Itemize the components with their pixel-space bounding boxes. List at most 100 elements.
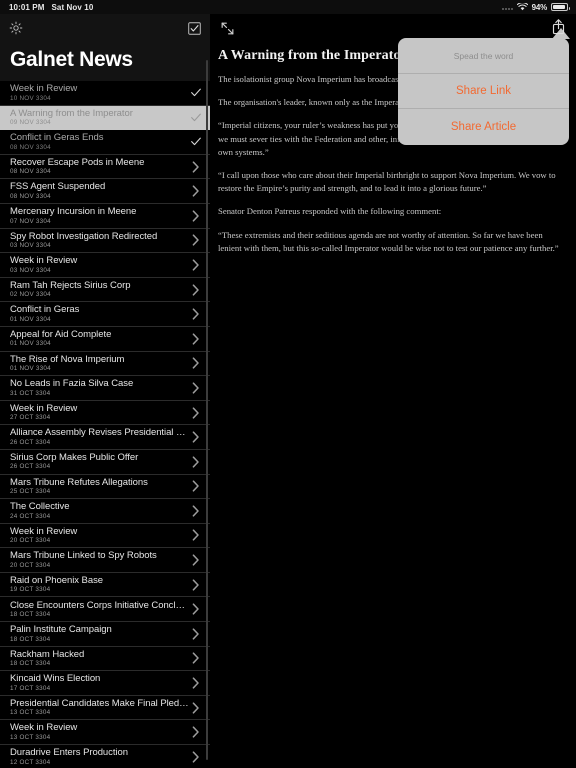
popover-item-share-link[interactable]: Share Link: [398, 74, 569, 109]
chevron-right-icon: [190, 234, 202, 246]
news-item-date: 01 NOV 3304: [10, 365, 51, 373]
chevron-right-icon: [190, 259, 202, 271]
news-list-item[interactable]: Week in Review 27 OCT 3304: [0, 400, 210, 426]
chevron-right-icon: [190, 652, 202, 665]
news-item-text: Week in Review 20 OCT 3304: [10, 526, 190, 546]
chevron-right-icon: [190, 431, 202, 443]
news-list-item[interactable]: The Collective 24 OCT 3304: [0, 499, 210, 524]
news-list-item[interactable]: Rackham Hacked 18 OCT 3304: [0, 646, 210, 672]
news-list-item[interactable]: Mercenary Incursion in Meene 07 NOV 3304: [0, 203, 210, 229]
news-list-item[interactable]: Close Encounters Corps Initiative Conclu…: [0, 597, 210, 623]
news-item-title: A Warning from the Imperator: [10, 107, 133, 119]
news-list-item[interactable]: Spy Robot Investigation Redirected 03 NOV…: [0, 228, 210, 254]
news-list-item[interactable]: No Leads in Fazia Silva Case 31 OCT 3304: [0, 376, 210, 401]
news-list-item[interactable]: Mars Tribune Refutes Allegations 25 OCT 3…: [0, 474, 210, 500]
check-icon: [190, 137, 202, 146]
news-item-date: 20 OCT 3304: [10, 537, 51, 545]
sidebar-scrollbar[interactable]: [205, 60, 208, 760]
news-list-item[interactable]: Kincaid Wins Election 17 OCT 3304: [0, 671, 210, 696]
chevron-right-icon: [190, 161, 202, 173]
news-list-item[interactable]: Raid on Phoenix Base 19 OCT 3304: [0, 572, 210, 598]
expand-arrows-icon[interactable]: [220, 21, 235, 36]
news-item-date: 18 OCT 3304: [10, 635, 51, 643]
chevron-right-icon: [190, 333, 202, 345]
chevron-right-icon: [190, 357, 202, 369]
news-list-item[interactable]: Presidential Candidates Make Final Pledg…: [0, 695, 210, 721]
status-bar-right: 94%: [501, 3, 570, 12]
popover-item-share-article[interactable]: Share Article: [398, 109, 569, 144]
news-item-date: 09 NOV 3304: [10, 119, 51, 127]
news-list-item[interactable]: Conflict in Geras 01 NOV 3304: [0, 302, 210, 327]
news-list-item[interactable]: Week in Review 10 NOV 3304: [0, 81, 210, 106]
news-item-title: Raid on Phoenix Base: [10, 574, 104, 586]
chevron-right-icon: [190, 505, 202, 517]
news-item-date: 07 NOV 3304: [10, 217, 51, 225]
news-item-text: Mars Tribune Linked to Spy Robots 20 OCT …: [10, 550, 190, 570]
chevron-right-icon: [190, 529, 202, 542]
news-item-title: Spy Robot Investigation Redirected: [10, 230, 158, 242]
news-item-title: Week in Review: [10, 525, 78, 537]
news-list-item[interactable]: Palin Institute Campaign 18 OCT 3304: [0, 622, 210, 647]
news-item-text: No Leads in Fazia Silva Case 31 OCT 3304: [10, 378, 190, 398]
news-item-text: Close Encounters Corps Initiative Conclu…: [10, 600, 190, 620]
mark-all-read-button[interactable]: [188, 21, 201, 35]
page-title: Galnet News: [0, 42, 210, 81]
news-list-item[interactable]: A Warning from the Imperator 09 NOV 3304: [0, 105, 210, 131]
battery-icon: [551, 3, 570, 11]
news-list-item[interactable]: Conflict in Geras Ends 08 NOV 3304: [0, 130, 210, 155]
news-item-title: Conflict in Geras Ends: [10, 132, 104, 144]
news-item-date: 18 OCT 3304: [10, 660, 51, 668]
chevron-right-icon: [190, 382, 202, 394]
news-list-item[interactable]: Week in Review 13 OCT 3304: [0, 720, 210, 746]
news-item-title: Appeal for Aid Complete: [10, 328, 112, 340]
sidebar-toolbar: [0, 14, 210, 42]
news-item-text: Kincaid Wins Election 17 OCT 3304: [10, 673, 190, 693]
news-item-title: Mercenary Incursion in Meene: [10, 206, 137, 218]
news-item-text: Mars Tribune Refutes Allegations 25 OCT 3…: [10, 477, 190, 497]
chevron-right-icon: [190, 554, 202, 566]
chevron-right-icon: [190, 603, 202, 615]
news-item-text: FSS Agent Suspended 08 NOV 3304: [10, 181, 190, 201]
news-item-title: Week in Review: [10, 83, 78, 95]
news-item-text: Conflict in Geras 01 NOV 3304: [10, 304, 190, 324]
news-item-title: The Rise of Nova Imperium: [10, 353, 125, 365]
news-item-text: Sirius Corp Makes Public Offer 26 OCT 330…: [10, 452, 190, 472]
news-list-item[interactable]: The Rise of Nova Imperium 01 NOV 3304: [0, 351, 210, 377]
news-item-text: Raid on Phoenix Base 19 OCT 3304: [10, 575, 190, 595]
news-item-title: Week in Review: [10, 722, 78, 734]
chevron-right-icon: [190, 210, 202, 222]
news-item-date: 24 OCT 3304: [10, 512, 51, 520]
share-icon[interactable]: [551, 18, 566, 35]
news-item-title: Palin Institute Campaign: [10, 624, 112, 636]
news-item-title: Mars Tribune Refutes Allegations: [10, 476, 148, 488]
status-bar-left: 10:01 PM Sat Nov 10: [9, 3, 93, 12]
news-item-text: The Collective 24 OCT 3304: [10, 501, 190, 521]
news-list-item[interactable]: Sirius Corp Makes Public Offer 26 OCT 330…: [0, 449, 210, 475]
news-list-item[interactable]: FSS Agent Suspended 08 NOV 3304: [0, 179, 210, 204]
news-list-item[interactable]: Mars Tribune Linked to Spy Robots 20 OCT …: [0, 548, 210, 573]
chevron-right-icon: [190, 480, 202, 492]
news-item-text: Week in Review 03 NOV 3304: [10, 255, 190, 275]
news-list-item[interactable]: Ram Tah Rejects Sirius Corp 02 NOV 3304: [0, 277, 210, 303]
chevron-right-icon: [190, 456, 202, 468]
news-item-title: Mars Tribune Linked to Spy Robots: [10, 550, 157, 562]
news-item-date: 26 OCT 3304: [10, 438, 51, 446]
news-item-date: 03 NOV 3304: [10, 266, 51, 274]
gear-icon[interactable]: [9, 21, 23, 35]
news-list[interactable]: Week in Review 10 NOV 3304 A Warning from …: [0, 81, 210, 768]
status-date: Sat Nov 10: [51, 2, 94, 12]
news-item-text: Duradrive Enters Production 12 OCT 3304: [10, 747, 190, 767]
news-list-item[interactable]: Alliance Assembly Revises Presidential R…: [0, 425, 210, 450]
news-item-date: 26 OCT 3304: [10, 463, 51, 471]
chevron-right-icon: [190, 702, 202, 714]
news-list-item[interactable]: Appeal for Aid Complete 01 NOV 3304: [0, 326, 210, 352]
news-item-text: Spy Robot Investigation Redirected 03 NOV…: [10, 231, 190, 251]
news-list-item[interactable]: Recover Escape Pods in Meene 08 NOV 3304: [0, 154, 210, 180]
news-item-title: Week in Review: [10, 402, 78, 414]
news-item-title: Close Encounters Corps Initiative Conclu…: [10, 599, 190, 611]
news-item-date: 13 OCT 3304: [10, 709, 51, 717]
news-list-item[interactable]: Week in Review 20 OCT 3304: [0, 523, 210, 549]
news-list-item[interactable]: Duradrive Enters Production 12 OCT 3304: [0, 745, 210, 768]
check-icon: [190, 113, 202, 122]
news-list-item[interactable]: Week in Review 03 NOV 3304: [0, 253, 210, 278]
